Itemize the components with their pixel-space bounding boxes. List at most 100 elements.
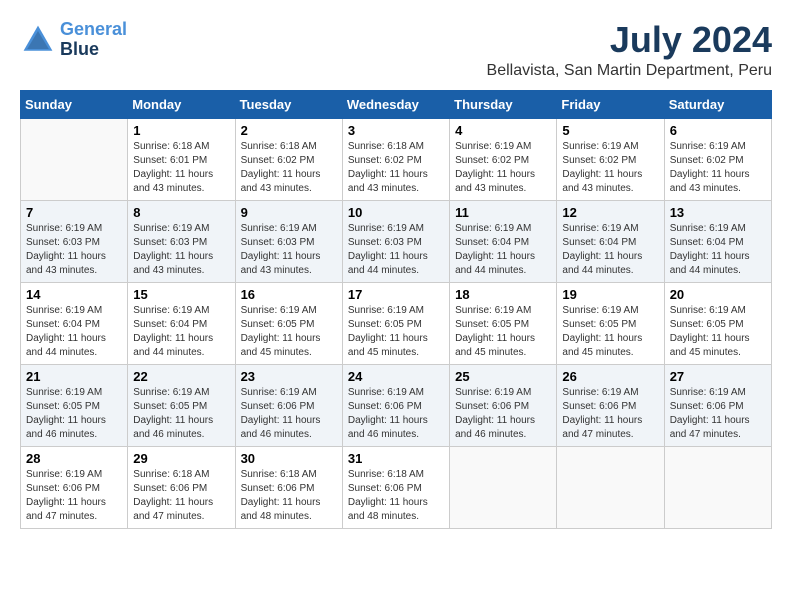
day-info: Sunrise: 6:19 AM Sunset: 6:06 PM Dayligh… <box>241 386 337 442</box>
calendar-day-cell: 3 Sunrise: 6:18 AM Sunset: 6:02 PM Daylig… <box>342 118 449 200</box>
calendar-day-cell: 10 Sunrise: 6:19 AM Sunset: 6:03 PM Dayli… <box>342 200 449 282</box>
day-number: 4 <box>455 123 551 138</box>
logo-icon <box>20 22 56 58</box>
day-number: 27 <box>670 369 766 384</box>
weekday-header: Sunday <box>21 90 128 118</box>
day-info: Sunrise: 6:19 AM Sunset: 6:05 PM Dayligh… <box>670 304 766 360</box>
month-year-title: July 2024 <box>487 20 772 60</box>
calendar-day-cell: 21Sunrise: 6:19 AM Sunset: 6:05 PM Dayli… <box>21 364 128 446</box>
day-number: 18 <box>455 287 551 302</box>
calendar-day-cell: 25Sunrise: 6:19 AM Sunset: 6:06 PM Dayli… <box>450 364 557 446</box>
calendar-day-cell: 26 Sunrise: 6:19 AM Sunset: 6:06 PM Dayli… <box>557 364 664 446</box>
day-number: 8 <box>133 205 229 220</box>
day-number: 26 <box>562 369 658 384</box>
calendar-day-cell: 5Sunrise: 6:19 AM Sunset: 6:02 PM Daylig… <box>557 118 664 200</box>
day-number: 20 <box>670 287 766 302</box>
calendar-day-cell: 20 Sunrise: 6:19 AM Sunset: 6:05 PM Dayli… <box>664 282 771 364</box>
calendar-day-cell: 11 Sunrise: 6:19 AM Sunset: 6:04 PM Dayli… <box>450 200 557 282</box>
day-number: 17 <box>348 287 444 302</box>
day-number: 19 <box>562 287 658 302</box>
calendar-day-cell: 31 Sunrise: 6:18 AM Sunset: 6:06 PM Dayli… <box>342 446 449 528</box>
calendar-day-cell <box>450 446 557 528</box>
day-info: Sunrise: 6:19 AM Sunset: 6:05 PM Dayligh… <box>133 386 229 442</box>
calendar-day-cell: 2 Sunrise: 6:18 AM Sunset: 6:02 PM Daylig… <box>235 118 342 200</box>
weekday-header: Friday <box>557 90 664 118</box>
calendar-day-cell: 4 Sunrise: 6:19 AM Sunset: 6:02 PM Daylig… <box>450 118 557 200</box>
calendar-day-cell: 28 Sunrise: 6:19 AM Sunset: 6:06 PM Dayli… <box>21 446 128 528</box>
day-info: Sunrise: 6:18 AM Sunset: 6:02 PM Dayligh… <box>348 140 444 196</box>
day-info: Sunrise: 6:18 AM Sunset: 6:02 PM Dayligh… <box>241 140 337 196</box>
day-number: 3 <box>348 123 444 138</box>
calendar-week-row: 1 Sunrise: 6:18 AM Sunset: 6:01 PM Daylig… <box>21 118 772 200</box>
day-number: 16 <box>241 287 337 302</box>
day-number: 30 <box>241 451 337 466</box>
calendar-day-cell: 18 Sunrise: 6:19 AM Sunset: 6:05 PM Dayli… <box>450 282 557 364</box>
calendar-week-row: 21Sunrise: 6:19 AM Sunset: 6:05 PM Dayli… <box>21 364 772 446</box>
day-info: Sunrise: 6:19 AM Sunset: 6:03 PM Dayligh… <box>348 222 444 278</box>
page-header: General Blue July 2024 Bellavista, San M… <box>20 20 772 80</box>
day-info: Sunrise: 6:19 AM Sunset: 6:04 PM Dayligh… <box>670 222 766 278</box>
calendar-day-cell: 24 Sunrise: 6:19 AM Sunset: 6:06 PM Dayli… <box>342 364 449 446</box>
calendar-day-cell: 17 Sunrise: 6:19 AM Sunset: 6:05 PM Dayli… <box>342 282 449 364</box>
title-area: July 2024 Bellavista, San Martin Departm… <box>487 20 772 80</box>
calendar-day-cell: 16Sunrise: 6:19 AM Sunset: 6:05 PM Dayli… <box>235 282 342 364</box>
day-number: 7 <box>26 205 122 220</box>
weekday-header: Thursday <box>450 90 557 118</box>
day-number: 5 <box>562 123 658 138</box>
day-number: 31 <box>348 451 444 466</box>
logo-text: General Blue <box>60 20 127 60</box>
day-info: Sunrise: 6:18 AM Sunset: 6:01 PM Dayligh… <box>133 140 229 196</box>
day-number: 22 <box>133 369 229 384</box>
weekday-header-row: SundayMondayTuesdayWednesdayThursdayFrid… <box>21 90 772 118</box>
location-subtitle: Bellavista, San Martin Department, Peru <box>487 62 772 80</box>
day-info: Sunrise: 6:19 AM Sunset: 6:06 PM Dayligh… <box>455 386 551 442</box>
calendar-week-row: 28 Sunrise: 6:19 AM Sunset: 6:06 PM Dayli… <box>21 446 772 528</box>
calendar-day-cell: 13Sunrise: 6:19 AM Sunset: 6:04 PM Dayli… <box>664 200 771 282</box>
day-info: Sunrise: 6:19 AM Sunset: 6:05 PM Dayligh… <box>455 304 551 360</box>
day-number: 15 <box>133 287 229 302</box>
day-info: Sunrise: 6:19 AM Sunset: 6:05 PM Dayligh… <box>562 304 658 360</box>
day-number: 10 <box>348 205 444 220</box>
day-number: 23 <box>241 369 337 384</box>
day-info: Sunrise: 6:19 AM Sunset: 6:02 PM Dayligh… <box>670 140 766 196</box>
day-info: Sunrise: 6:18 AM Sunset: 6:06 PM Dayligh… <box>241 468 337 524</box>
calendar-day-cell: 22 Sunrise: 6:19 AM Sunset: 6:05 PM Dayli… <box>128 364 235 446</box>
day-info: Sunrise: 6:19 AM Sunset: 6:03 PM Dayligh… <box>241 222 337 278</box>
weekday-header: Wednesday <box>342 90 449 118</box>
day-number: 29 <box>133 451 229 466</box>
day-number: 24 <box>348 369 444 384</box>
logo: General Blue <box>20 20 127 60</box>
day-info: Sunrise: 6:19 AM Sunset: 6:06 PM Dayligh… <box>348 386 444 442</box>
day-info: Sunrise: 6:19 AM Sunset: 6:06 PM Dayligh… <box>562 386 658 442</box>
calendar-day-cell: 6Sunrise: 6:19 AM Sunset: 6:02 PM Daylig… <box>664 118 771 200</box>
calendar-day-cell: 9Sunrise: 6:19 AM Sunset: 6:03 PM Daylig… <box>235 200 342 282</box>
calendar-day-cell: 30 Sunrise: 6:18 AM Sunset: 6:06 PM Dayli… <box>235 446 342 528</box>
calendar-day-cell <box>664 446 771 528</box>
calendar-day-cell <box>21 118 128 200</box>
calendar-day-cell: 7Sunrise: 6:19 AM Sunset: 6:03 PM Daylig… <box>21 200 128 282</box>
weekday-header: Saturday <box>664 90 771 118</box>
day-number: 11 <box>455 205 551 220</box>
calendar-day-cell: 23 Sunrise: 6:19 AM Sunset: 6:06 PM Dayli… <box>235 364 342 446</box>
calendar-day-cell: 14 Sunrise: 6:19 AM Sunset: 6:04 PM Dayli… <box>21 282 128 364</box>
day-info: Sunrise: 6:19 AM Sunset: 6:06 PM Dayligh… <box>26 468 122 524</box>
day-number: 12 <box>562 205 658 220</box>
day-number: 14 <box>26 287 122 302</box>
day-info: Sunrise: 6:19 AM Sunset: 6:04 PM Dayligh… <box>455 222 551 278</box>
day-info: Sunrise: 6:18 AM Sunset: 6:06 PM Dayligh… <box>133 468 229 524</box>
day-info: Sunrise: 6:19 AM Sunset: 6:03 PM Dayligh… <box>133 222 229 278</box>
day-number: 1 <box>133 123 229 138</box>
day-info: Sunrise: 6:19 AM Sunset: 6:02 PM Dayligh… <box>455 140 551 196</box>
calendar-day-cell: 8 Sunrise: 6:19 AM Sunset: 6:03 PM Daylig… <box>128 200 235 282</box>
calendar-day-cell: 12Sunrise: 6:19 AM Sunset: 6:04 PM Dayli… <box>557 200 664 282</box>
calendar-week-row: 7 Sunrise: 6:19 AM Sunset: 6:03 PM Daylig… <box>21 200 772 282</box>
day-info: Sunrise: 6:18 AM Sunset: 6:06 PM Dayligh… <box>348 468 444 524</box>
day-number: 28 <box>26 451 122 466</box>
calendar-table: SundayMondayTuesdayWednesdayThursdayFrid… <box>20 90 772 529</box>
weekday-header: Tuesday <box>235 90 342 118</box>
day-info: Sunrise: 6:19 AM Sunset: 6:04 PM Dayligh… <box>133 304 229 360</box>
day-info: Sunrise: 6:19 AM Sunset: 6:05 PM Dayligh… <box>348 304 444 360</box>
weekday-header: Monday <box>128 90 235 118</box>
day-number: 2 <box>241 123 337 138</box>
day-info: Sunrise: 6:19 AM Sunset: 6:04 PM Dayligh… <box>26 304 122 360</box>
